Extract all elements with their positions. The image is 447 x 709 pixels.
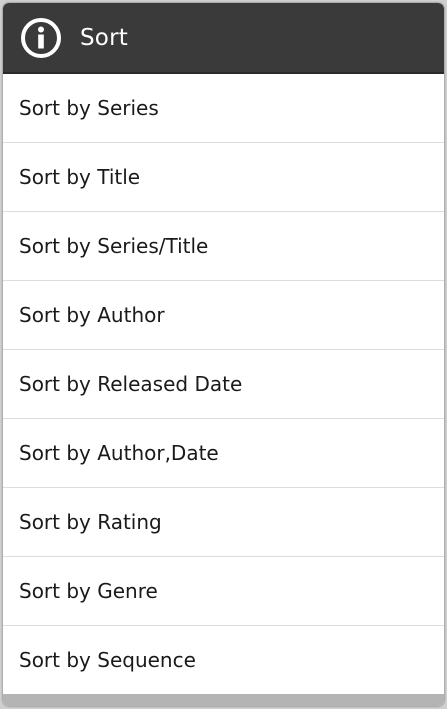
sort-option-genre[interactable]: Sort by Genre [3,557,444,626]
sort-option-label: Sort by Genre [19,579,158,603]
sort-option-title[interactable]: Sort by Title [3,143,444,212]
sort-option-label: Sort by Released Date [19,372,243,396]
dialog-title-bar: Sort [3,3,444,74]
sort-option-sequence[interactable]: Sort by Sequence [3,626,444,694]
sort-option-author-date[interactable]: Sort by Author,Date [3,419,444,488]
sort-option-label: Sort by Series/Title [19,234,209,258]
sort-option-author[interactable]: Sort by Author [3,281,444,350]
sort-dialog: Sort Sort by Series Sort by Title Sort b… [3,3,444,706]
sort-option-label: Sort by Author,Date [19,441,219,465]
sort-option-series[interactable]: Sort by Series [3,74,444,143]
sort-options-list: Sort by Series Sort by Title Sort by Ser… [3,74,444,694]
dialog-bottom-bar [3,694,444,706]
sort-option-label: Sort by Sequence [19,648,196,672]
sort-option-label: Sort by Title [19,165,141,189]
sort-option-label: Sort by Rating [19,510,162,534]
sort-option-rating[interactable]: Sort by Rating [3,488,444,557]
sort-option-released-date[interactable]: Sort by Released Date [3,350,444,419]
sort-option-label: Sort by Series [19,96,159,120]
sort-option-series-title[interactable]: Sort by Series/Title [3,212,444,281]
info-icon [20,17,62,59]
sort-option-label: Sort by Author [19,303,165,327]
dialog-title: Sort [80,24,128,51]
